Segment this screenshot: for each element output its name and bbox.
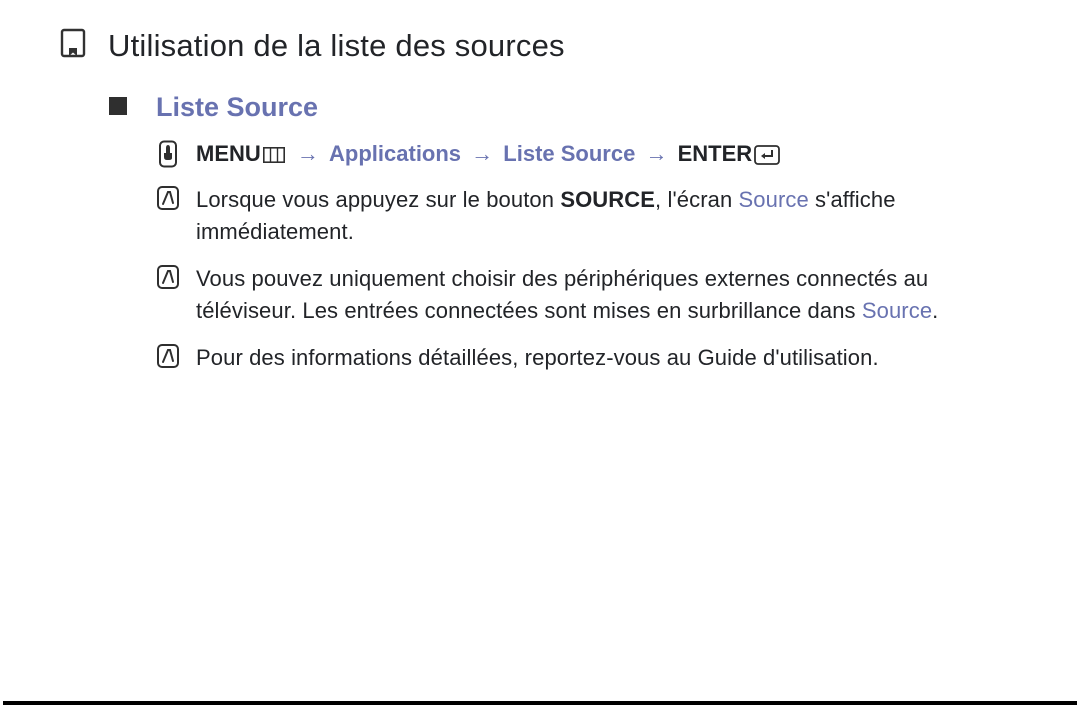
note-1-part-c: , l'écran (655, 187, 738, 212)
page-title: Utilisation de la liste des sources (108, 28, 565, 64)
page-bottom-strip (3, 701, 1077, 705)
note-n-icon (156, 343, 180, 369)
enter-glyph-icon (754, 145, 780, 165)
menu-glyph-icon (263, 147, 285, 163)
arrow-2: → (471, 141, 493, 166)
remote-o-icon (156, 140, 180, 168)
bookmark-bullet-icon (60, 28, 86, 58)
note-3: Pour des informations détaillées, report… (196, 342, 879, 375)
note-1: Lorsque vous appuyez sur le bouton SOURC… (196, 184, 1020, 249)
square-bullet-icon (108, 96, 128, 116)
menu-label: MENU (196, 141, 261, 166)
enter-label: ENTER (678, 141, 753, 166)
nav-liste-source: Liste Source (503, 141, 635, 166)
note-2-part-a: Vous pouvez uniquement choisir des périp… (196, 266, 928, 324)
note-n-icon (156, 185, 180, 211)
note-1-part-b: SOURCE (560, 187, 655, 212)
note-1-part-d: Source (739, 187, 809, 212)
navigation-path: MENU → Applications → Liste Source → ENT… (196, 139, 780, 170)
note-1-part-a: Lorsque vous appuyez sur le bouton (196, 187, 560, 212)
arrow-3: → (645, 141, 667, 166)
note-n-icon (156, 264, 180, 290)
note-2-part-c: . (932, 298, 938, 323)
subsection-title: Liste Source (156, 92, 318, 123)
nav-applications: Applications (329, 141, 461, 166)
note-2-part-b: Source (862, 298, 932, 323)
note-2: Vous pouvez uniquement choisir des périp… (196, 263, 1020, 328)
arrow-1: → (297, 141, 319, 166)
